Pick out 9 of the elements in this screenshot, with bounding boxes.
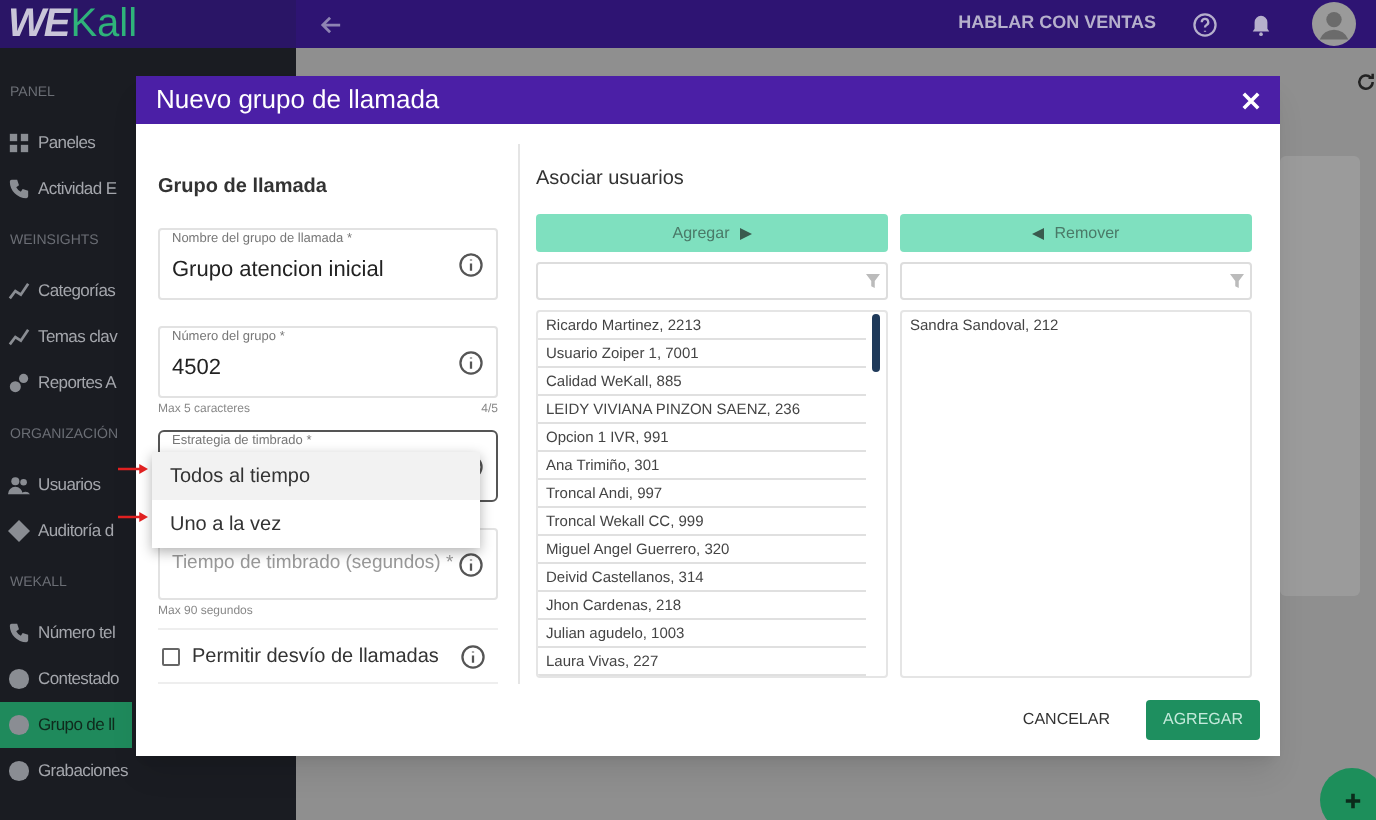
section-heading: Grupo de llamada xyxy=(158,174,329,203)
field-value: Grupo atencion inicial xyxy=(172,256,386,287)
checkbox-label: Permitir desvío de llamadas xyxy=(192,643,441,672)
logo-text: Kall xyxy=(70,4,138,44)
field-placeholder: Tiempo de timbrado (segundos) * xyxy=(172,550,456,579)
dialog-title: Nuevo grupo de llamada xyxy=(156,82,442,119)
logo-text: WE xyxy=(8,4,69,44)
field-value: 4502 xyxy=(172,354,223,385)
section-heading: Asociar usuarios xyxy=(536,166,686,195)
